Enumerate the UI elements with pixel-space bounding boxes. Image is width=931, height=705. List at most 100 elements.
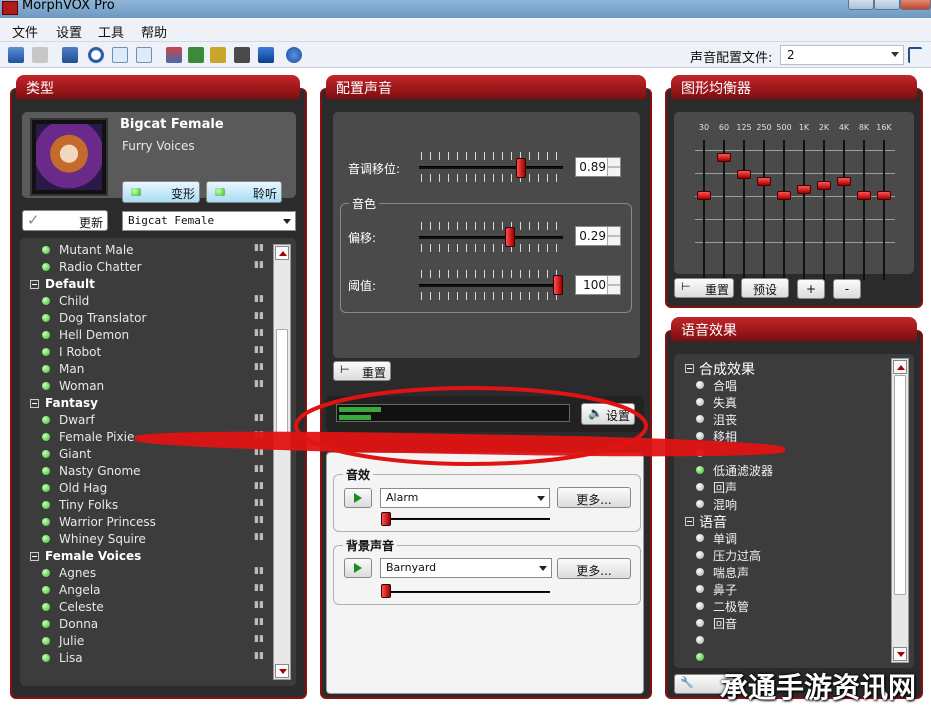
voice-group[interactable]: Female Voices xyxy=(20,548,272,565)
effect-toggle-icon[interactable] xyxy=(696,602,704,610)
help-icon[interactable] xyxy=(286,47,302,63)
threshold-slider-thumb[interactable] xyxy=(553,275,563,295)
eq-plus-button[interactable]: + xyxy=(797,279,825,299)
eq-band-knob[interactable] xyxy=(877,191,891,200)
effect-group[interactable]: 语音 xyxy=(685,513,885,531)
threshold-spin[interactable]: 100 xyxy=(575,275,621,295)
eq-band-knob[interactable] xyxy=(717,152,731,162)
effect-toggle-icon[interactable] xyxy=(696,415,704,423)
listen-button[interactable]: 聆听 xyxy=(206,181,282,203)
effect-list-item[interactable] xyxy=(696,632,886,649)
voice-list-item[interactable]: Agnes ▮▮ xyxy=(20,565,272,582)
voice-list-item[interactable]: Julie ▮▮ xyxy=(20,633,272,650)
pin-icon[interactable] xyxy=(908,47,922,63)
effect-toggle-icon[interactable] xyxy=(696,398,704,406)
voice-combo[interactable]: Bigcat Female xyxy=(122,211,296,231)
eq-minus-button[interactable]: - xyxy=(833,279,861,299)
voice-list-item[interactable]: Man ▮▮ xyxy=(20,361,272,378)
effect-list-item[interactable]: 压力过高 xyxy=(696,547,886,564)
voice-list-item[interactable]: Lisa ▮▮ xyxy=(20,650,272,667)
sfx-combo[interactable]: Alarm xyxy=(380,488,550,508)
voice-list-item[interactable]: Warrior Princess ▮▮ xyxy=(20,514,272,531)
scroll-down-icon[interactable] xyxy=(893,647,907,661)
menu-file[interactable]: 文件 xyxy=(12,22,38,41)
minimize-button[interactable] xyxy=(848,0,874,10)
pitch-spin[interactable]: 0.89 xyxy=(575,157,621,177)
tools-icon[interactable] xyxy=(166,47,182,63)
close-button[interactable] xyxy=(900,0,931,10)
bg-volume-thumb[interactable] xyxy=(381,584,391,598)
effects-scrollbar[interactable] xyxy=(891,358,909,663)
effect-list-item[interactable]: 回声 xyxy=(696,479,886,496)
effect-toggle-icon[interactable] xyxy=(696,483,704,491)
monitor-icon[interactable] xyxy=(258,47,274,63)
voice-list-item[interactable]: Giant ▮▮ xyxy=(20,446,272,463)
eq-band-knob[interactable] xyxy=(737,170,751,179)
voice-list-item[interactable]: Celeste ▮▮ xyxy=(20,599,272,616)
sfx-volume-thumb[interactable] xyxy=(381,512,391,526)
effect-list-item[interactable]: 失真 xyxy=(696,394,886,411)
collapse-icon[interactable] xyxy=(685,517,694,526)
sfx-more-button[interactable]: 更多... xyxy=(557,487,631,508)
effect-list-item[interactable]: 混响 xyxy=(696,496,886,513)
effect-toggle-icon[interactable] xyxy=(696,466,704,474)
menu-settings[interactable]: 设置 xyxy=(56,22,82,41)
maximize-button[interactable] xyxy=(874,0,900,10)
voice-list-item[interactable]: Woman ▮▮ xyxy=(20,378,272,395)
pitch-slider-thumb[interactable] xyxy=(516,158,526,178)
voice-list-item[interactable]: Dwarf ▮▮ xyxy=(20,412,272,429)
voice-list-item[interactable]: Radio Chatter ▮▮ xyxy=(20,259,272,276)
eq-preset-button[interactable]: 预设 xyxy=(741,278,789,298)
menu-tools[interactable]: 工具 xyxy=(98,22,124,41)
collapse-icon[interactable] xyxy=(30,280,39,289)
eq-band-knob[interactable] xyxy=(797,185,811,195)
effect-list-item[interactable]: 单调 xyxy=(696,530,886,547)
eq-band-knob[interactable] xyxy=(777,191,791,200)
profile-select[interactable]: 2 xyxy=(780,45,904,65)
voice-list-item[interactable]: Dog Translator ▮▮ xyxy=(20,310,272,327)
save-icon[interactable] xyxy=(8,47,24,63)
effect-toggle-icon[interactable] xyxy=(696,500,704,508)
effect-toggle-icon[interactable] xyxy=(696,619,704,627)
morph-button[interactable]: 变形 xyxy=(122,181,200,203)
voice-list-item[interactable]: Donna ▮▮ xyxy=(20,616,272,633)
effect-toggle-icon[interactable] xyxy=(696,551,704,559)
effect-group[interactable]: 合成效果 xyxy=(685,360,885,378)
effect-list-item[interactable]: 沮丧 xyxy=(696,411,886,428)
scroll-up-icon[interactable] xyxy=(275,246,289,260)
effect-toggle-icon[interactable] xyxy=(696,381,704,389)
scroll-up-icon[interactable] xyxy=(893,360,907,374)
effect-list-item[interactable]: 回音 xyxy=(696,615,886,632)
effect-toggle-icon[interactable] xyxy=(696,636,704,644)
chart-icon[interactable] xyxy=(136,47,152,63)
eq-band-knob[interactable] xyxy=(757,177,771,186)
voice-list-item[interactable]: Whiney Squire ▮▮ xyxy=(20,531,272,548)
offset-spin[interactable]: 0.29 xyxy=(575,226,621,246)
voice-list-item[interactable]: I Robot ▮▮ xyxy=(20,344,272,361)
effect-list-item[interactable] xyxy=(696,649,886,666)
waveform-icon[interactable] xyxy=(112,47,128,63)
scroll-thumb[interactable] xyxy=(894,375,906,595)
effect-list-item[interactable]: 二极管 xyxy=(696,598,886,615)
collapse-icon[interactable] xyxy=(30,552,39,561)
update-button[interactable]: ✓ 更新 xyxy=(22,210,108,231)
plugin-icon[interactable] xyxy=(62,47,78,63)
eq-band-knob[interactable] xyxy=(837,177,851,186)
voice-group[interactable]: Default xyxy=(20,276,272,293)
image-icon[interactable] xyxy=(188,47,204,63)
effect-list-item[interactable]: 喘息声 xyxy=(696,564,886,581)
voice-list-item[interactable]: Angela ▮▮ xyxy=(20,582,272,599)
voice-list-item[interactable]: Tiny Folks ▮▮ xyxy=(20,497,272,514)
effect-list-item[interactable]: 鼻子 xyxy=(696,581,886,598)
eq-reset-button[interactable]: ⊢ 重置 xyxy=(674,278,734,298)
effect-toggle-icon[interactable] xyxy=(696,585,704,593)
effect-list-item[interactable]: 低通滤波器 xyxy=(696,462,886,479)
speaker-icon[interactable] xyxy=(234,47,250,63)
effect-toggle-icon[interactable] xyxy=(696,568,704,576)
effect-toggle-icon[interactable] xyxy=(696,432,704,440)
voice-list-item[interactable]: Mutant Male ▮▮ xyxy=(20,242,272,259)
vox-icon[interactable] xyxy=(210,47,226,63)
bg-more-button[interactable]: 更多... xyxy=(557,558,631,579)
eq-band-knob[interactable] xyxy=(817,180,831,190)
offset-slider-thumb[interactable] xyxy=(505,227,515,247)
